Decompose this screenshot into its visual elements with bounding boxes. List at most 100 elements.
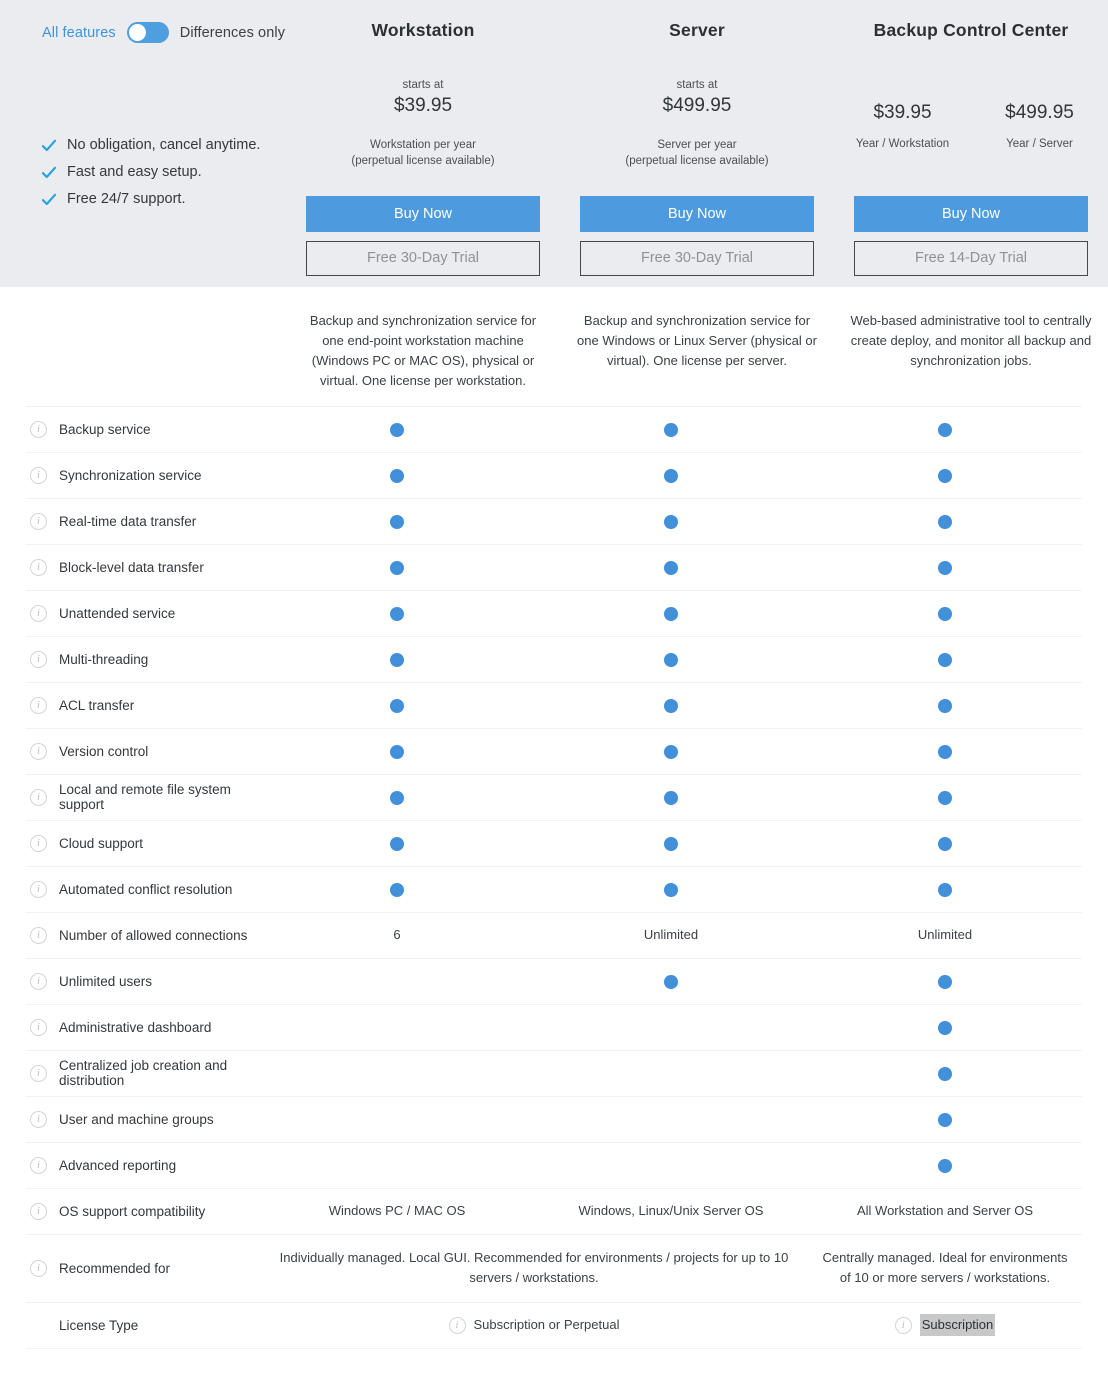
feature-value-workstation xyxy=(260,643,534,675)
feature-value-cells xyxy=(260,1103,1082,1135)
table-row: i Number of allowed connections 6 Unlimited… xyxy=(26,911,1082,958)
feature-included-dot xyxy=(390,836,404,851)
feature-included-dot xyxy=(938,468,952,483)
info-icon[interactable]: i xyxy=(30,512,47,530)
feature-value-workstation xyxy=(260,597,534,629)
feature-label: Multi-threading xyxy=(59,651,149,667)
feature-label-cell: i Number of allowed connections xyxy=(26,926,260,944)
feature-label: Local and remote file system support xyxy=(59,782,231,813)
feature-value-workstation xyxy=(260,505,534,537)
info-icon[interactable]: i xyxy=(30,1110,47,1128)
info-icon[interactable]: i xyxy=(30,834,47,852)
feature-included-dot xyxy=(664,882,678,897)
info-icon[interactable]: i xyxy=(30,466,47,484)
feature-included-dot xyxy=(938,652,952,667)
feature-label-cell: i Centralized job creation and distributi… xyxy=(26,1058,260,1088)
buy-now-button-backup-control-center[interactable]: Buy Now xyxy=(854,196,1088,232)
feature-label: User and machine groups xyxy=(59,1111,214,1127)
feature-value-backup-control-center xyxy=(808,827,1082,859)
feature-value-server xyxy=(534,827,808,859)
info-icon[interactable]: i xyxy=(30,880,47,898)
toggle-label-all-features[interactable]: All features xyxy=(42,25,116,41)
feature-value-server xyxy=(534,551,808,583)
feature-comparison-table: i Backup service i Synchronization service i… xyxy=(0,405,1108,1302)
feature-value-server xyxy=(534,781,808,813)
feature-value-cells xyxy=(260,965,1082,997)
info-icon[interactable]: i xyxy=(30,742,47,760)
feature-label: Version control xyxy=(59,743,149,759)
feature-label: Real-time data transfer xyxy=(59,513,197,529)
plan-column-backup-control-center: Backup Control Center $39.95 $499.95 Yea… xyxy=(834,0,1108,287)
info-icon-spacer xyxy=(30,1317,47,1334)
feature-label: Centralized job creation and distributio… xyxy=(59,1058,228,1089)
feature-value-cells xyxy=(260,413,1082,445)
feature-value-workstation xyxy=(260,1149,534,1181)
table-row: i Real-time data transfer xyxy=(26,497,1082,544)
feature-included-dot xyxy=(938,1020,952,1035)
benefits-list: No obligation, cancel anytime. Fast and … xyxy=(42,136,302,217)
toggle-knob xyxy=(128,24,146,41)
feature-value-backup-control-center xyxy=(808,413,1082,445)
table-row: i ACL transfer xyxy=(26,681,1082,728)
feature-value-cells xyxy=(260,735,1082,767)
info-icon[interactable]: i xyxy=(30,420,47,438)
feature-included-dot xyxy=(938,698,952,713)
feature-value-workstation xyxy=(260,965,534,997)
feature-included-dot xyxy=(664,698,678,713)
feature-value-cells xyxy=(260,505,1082,537)
feature-value-server: Windows, Linux/Unix Server OS xyxy=(578,1202,764,1218)
feature-label-cell: i Administrative dashboard xyxy=(26,1018,260,1036)
table-row: i Advanced reporting xyxy=(26,1141,1082,1188)
feature-included-dot xyxy=(664,836,678,851)
info-icon[interactable]: i xyxy=(30,696,47,714)
feature-value-workstation xyxy=(260,1011,534,1043)
plan-price-note: Server per year (perpetual license avail… xyxy=(560,138,834,169)
feature-value-backup-control-center xyxy=(808,965,1082,997)
toggle-label-differences-only[interactable]: Differences only xyxy=(180,25,285,41)
info-icon[interactable]: i xyxy=(30,1156,47,1174)
info-icon[interactable]: i xyxy=(30,926,47,944)
info-icon[interactable]: i xyxy=(30,558,47,576)
feature-included-dot xyxy=(664,744,678,759)
info-icon[interactable]: i xyxy=(30,1064,47,1082)
feature-value-cells xyxy=(260,689,1082,721)
table-row: i OS support compatibility Windows PC / MA… xyxy=(26,1187,1082,1234)
free-trial-button-server[interactable]: Free 30-Day Trial xyxy=(580,241,814,276)
info-icon[interactable]: i xyxy=(30,1202,47,1220)
buy-now-button-workstation[interactable]: Buy Now xyxy=(306,196,540,232)
feature-value-cells xyxy=(260,781,1082,813)
benefit-item: Free 24/7 support. xyxy=(42,190,302,208)
info-icon[interactable]: i xyxy=(894,1316,912,1334)
plan-price: $499.95 xyxy=(662,95,732,117)
license-value-text-highlighted: Subscription xyxy=(919,1314,996,1337)
info-icon[interactable]: i xyxy=(30,972,47,990)
info-icon[interactable]: i xyxy=(30,650,47,668)
check-icon xyxy=(42,139,56,153)
benefit-label: No obligation, cancel anytime. xyxy=(67,137,261,153)
free-trial-button-backup-control-center[interactable]: Free 14-Day Trial xyxy=(854,241,1088,276)
feature-value-merged: Individually managed. Local GUI. Recomme… xyxy=(279,1249,789,1286)
feature-included-dot xyxy=(390,422,404,437)
info-icon[interactable]: i xyxy=(448,1316,466,1334)
feature-included-dot xyxy=(664,468,678,483)
feature-included-dot xyxy=(938,836,952,851)
plan-descriptions-row: Backup and synchronization service for o… xyxy=(0,287,1108,406)
feature-value-cells: 6 Unlimited Unlimited xyxy=(260,919,1082,951)
feature-value-backup-control-center xyxy=(808,505,1082,537)
feature-value-workstation xyxy=(260,413,534,445)
starts-at-label: starts at xyxy=(676,79,718,91)
info-icon[interactable]: i xyxy=(30,1259,47,1277)
features-differences-toggle[interactable] xyxy=(126,22,169,43)
feature-value-workstation xyxy=(260,459,534,491)
info-icon[interactable]: i xyxy=(30,604,47,622)
feature-value-workstation xyxy=(260,689,534,721)
price-note-line-1: Server per year xyxy=(657,139,737,151)
license-value-backup-control-center: i Subscription xyxy=(808,1308,1082,1343)
info-icon[interactable]: i xyxy=(30,788,47,806)
free-trial-button-workstation[interactable]: Free 30-Day Trial xyxy=(306,241,540,276)
check-icon xyxy=(42,166,56,180)
feature-value-workstation xyxy=(260,735,534,767)
feature-included-dot xyxy=(664,974,678,989)
buy-now-button-server[interactable]: Buy Now xyxy=(580,196,814,232)
info-icon[interactable]: i xyxy=(30,1018,47,1036)
